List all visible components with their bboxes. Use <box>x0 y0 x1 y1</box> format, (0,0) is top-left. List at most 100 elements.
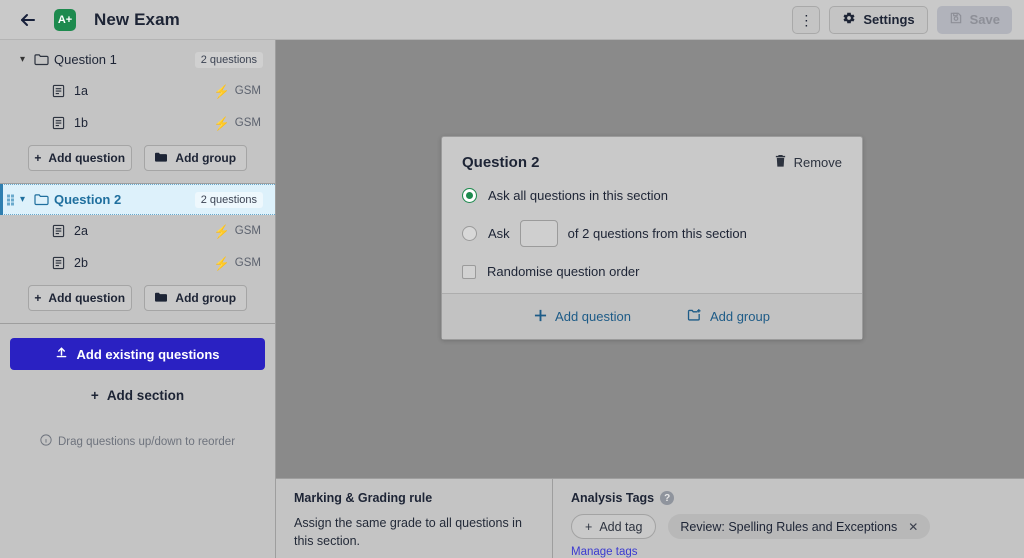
marking-panel-title: Marking & Grading rule <box>294 491 433 505</box>
tag-list: + Add tag Review: Spelling Rules and Exc… <box>571 514 1006 539</box>
settings-button[interactable]: Settings <box>829 5 928 34</box>
lightning-icon: ⚡ <box>213 255 230 271</box>
section-settings-footer: Add question Add group <box>442 293 862 339</box>
card-add-question-button[interactable]: Add question <box>534 309 631 325</box>
question-count-badge: 2 questions <box>194 191 263 208</box>
plus-icon: + <box>585 519 593 534</box>
chevron-down-icon[interactable]: ▾ <box>20 194 34 205</box>
tree-question-meta-label: GSM <box>234 225 261 237</box>
tree-question-1a[interactable]: 1a ⚡ GSM <box>0 75 275 107</box>
card-add-group-label: Add group <box>709 309 770 324</box>
tree-question-2b[interactable]: 2b ⚡ GSM <box>0 247 275 279</box>
tree-group-question-1[interactable]: ▾ Question 1 2 questions <box>0 44 275 75</box>
document-icon <box>52 256 74 270</box>
add-section-label: Add section <box>106 387 185 403</box>
tree-question-meta: ⚡ GSM <box>214 257 261 270</box>
ask-partial-prefix: Ask <box>488 226 510 241</box>
remove-tag-icon[interactable]: ✕ <box>908 520 918 534</box>
add-existing-questions-label: Add existing questions <box>76 346 220 362</box>
info-icon <box>40 434 52 449</box>
add-group-button[interactable]: Add group <box>143 285 247 311</box>
back-icon[interactable] <box>12 4 44 36</box>
group-1-actions: + Add question Add group <box>0 139 275 183</box>
ask-all-label: Ask all questions in this section <box>488 188 668 203</box>
remove-section-label: Remove <box>793 155 842 170</box>
question-tree: ▾ Question 1 2 questions 1a ⚡ GSM 1b ⚡ G… <box>0 40 275 324</box>
kebab-menu-icon[interactable]: ⋮ <box>792 5 821 34</box>
plus-icon: + <box>34 151 42 165</box>
tree-question-meta: ⚡ GSM <box>214 117 261 130</box>
document-icon <box>52 116 74 130</box>
tree-question-label: 2a <box>74 224 88 238</box>
folder-icon <box>34 53 54 66</box>
reorder-hint-label: Drag questions up/down to reorder <box>57 435 236 448</box>
card-add-question-label: Add question <box>555 309 631 324</box>
app-header: A+ New Exam ⋮ Settings Save <box>0 0 1024 40</box>
help-icon[interactable]: ? <box>660 491 675 505</box>
card-add-group-button[interactable]: Add group <box>687 308 770 325</box>
tree-question-meta-label: GSM <box>234 257 261 269</box>
add-group-label: Add group <box>175 291 237 305</box>
chevron-down-icon[interactable]: ▾ <box>20 54 34 65</box>
ask-partial-radio[interactable] <box>462 226 477 241</box>
settings-label: Settings <box>863 12 915 27</box>
add-group-button[interactable]: Add group <box>143 145 247 171</box>
tree-question-label: 1a <box>74 84 88 98</box>
add-question-button[interactable]: + Add question <box>28 145 132 171</box>
save-icon <box>949 11 963 28</box>
save-label: Save <box>969 12 1000 27</box>
add-group-label: Add group <box>175 151 237 165</box>
section-settings-card: Question 2 Remove Ask all questions in t… <box>441 136 863 340</box>
section-title: Question 2 <box>462 154 540 171</box>
tree-question-meta: ⚡ GSM <box>214 85 261 98</box>
ask-partial-option[interactable]: Ask of 2 questions from this section <box>462 220 842 247</box>
drag-handle-icon[interactable] <box>7 194 16 205</box>
add-tag-button[interactable]: + Add tag <box>571 514 657 539</box>
tag-chip[interactable]: Review: Spelling Rules and Exceptions ✕ <box>668 514 931 539</box>
trash-icon <box>774 154 787 171</box>
tag-chip-label: Review: Spelling Rules and Exceptions <box>680 519 898 534</box>
reorder-hint: Drag questions up/down to reorder <box>10 434 265 449</box>
tree-group-label: Question 2 <box>54 192 122 207</box>
lightning-icon: ⚡ <box>213 83 230 99</box>
lightning-icon: ⚡ <box>213 223 230 239</box>
randomise-checkbox[interactable] <box>462 264 476 279</box>
question-count-badge: 2 questions <box>194 51 263 68</box>
tree-question-label: 2b <box>74 256 88 270</box>
randomise-option[interactable]: Randomise question order <box>462 264 842 279</box>
tree-question-1b[interactable]: 1b ⚡ GSM <box>0 107 275 139</box>
document-icon <box>52 224 74 238</box>
header-actions: ⋮ Settings Save <box>792 5 1012 34</box>
sidebar-footer: Add existing questions + Add section Dra… <box>0 324 275 449</box>
section-settings-header: Question 2 Remove <box>462 154 842 171</box>
document-icon <box>52 84 74 98</box>
ask-all-radio[interactable] <box>462 188 477 203</box>
tree-group-question-2[interactable]: ▾ Question 2 2 questions <box>0 184 275 215</box>
save-button: Save <box>936 5 1012 34</box>
ask-partial-suffix: of 2 questions from this section <box>567 226 747 241</box>
section-settings-body: Question 2 Remove Ask all questions in t… <box>442 137 862 293</box>
analysis-tags-title: Analysis Tags ? <box>571 491 1006 505</box>
remove-section-button[interactable]: Remove <box>774 154 842 171</box>
add-question-label: Add question <box>48 151 126 165</box>
question-tree-sidebar[interactable]: ▾ Question 1 2 questions 1a ⚡ GSM 1b ⚡ G… <box>0 40 276 558</box>
manage-tags-link[interactable]: Manage tags <box>571 546 1006 558</box>
add-question-button[interactable]: + Add question <box>28 285 132 311</box>
app-logo-icon: A+ <box>54 8 76 31</box>
tree-group-label: Question 1 <box>54 52 117 67</box>
gear-icon <box>842 11 856 28</box>
add-existing-questions-button[interactable]: Add existing questions <box>10 338 265 370</box>
analysis-tags-label: Analysis Tags <box>571 491 655 505</box>
upload-icon <box>55 346 68 362</box>
tree-question-2a[interactable]: 2a ⚡ GSM <box>0 215 275 247</box>
group-2-actions: + Add question Add group <box>0 279 275 323</box>
ask-all-option[interactable]: Ask all questions in this section <box>462 188 842 203</box>
add-section-button[interactable]: + Add section <box>10 378 265 412</box>
tree-question-meta-label: GSM <box>234 85 261 97</box>
folder-filled-icon <box>154 151 168 166</box>
add-question-label: Add question <box>48 291 126 305</box>
app-logo-text: A+ <box>57 13 73 26</box>
ask-partial-count-input[interactable] <box>519 220 558 247</box>
plus-icon: + <box>34 291 42 305</box>
plus-icon <box>534 309 547 325</box>
